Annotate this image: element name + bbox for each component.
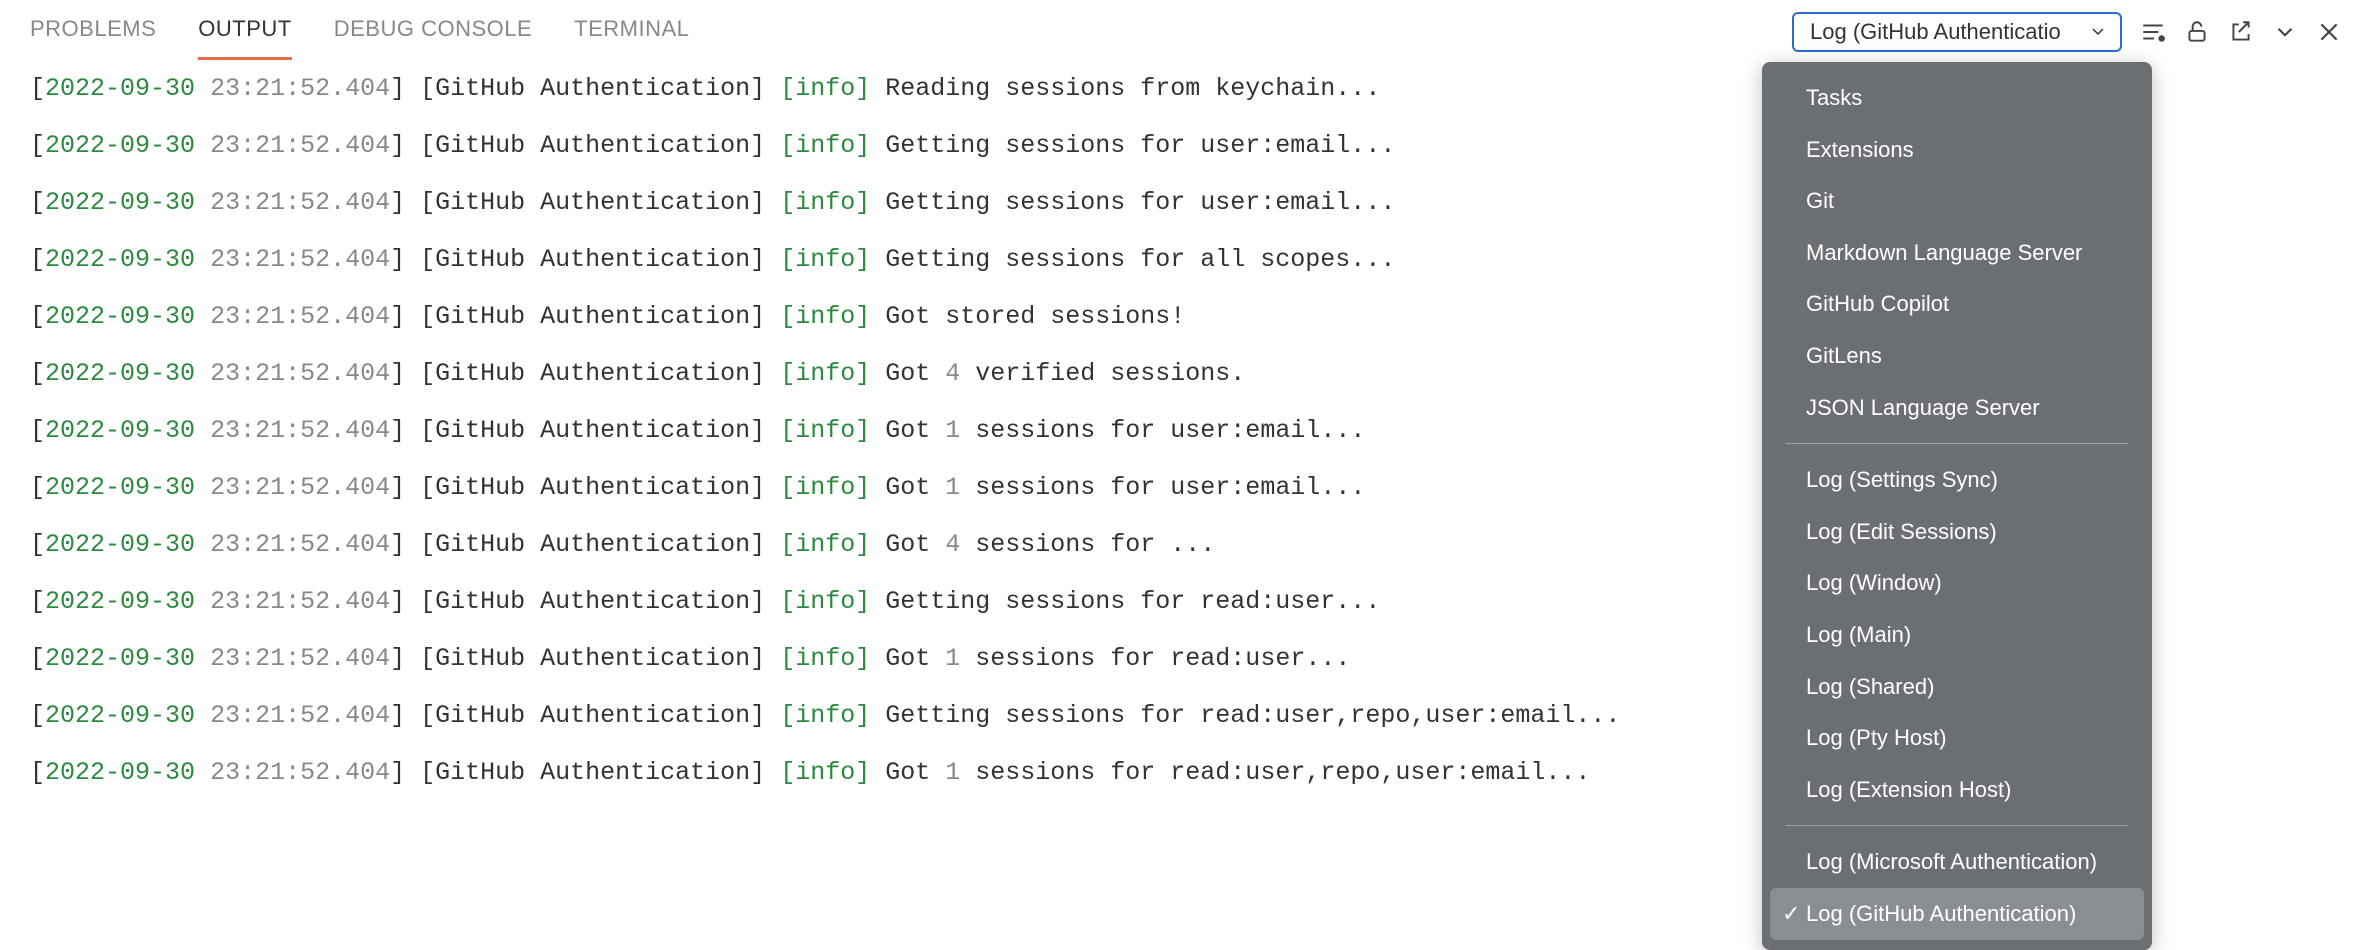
dropdown-item[interactable]: Log (Shared) xyxy=(1762,661,2152,713)
dropdown-item[interactable]: GitHub Copilot xyxy=(1762,278,2152,330)
lock-icon[interactable] xyxy=(2184,19,2210,45)
tab-terminal[interactable]: TERMINAL xyxy=(574,2,689,58)
dropdown-item[interactable]: Log (Pty Host) xyxy=(1762,712,2152,764)
dropdown-item[interactable]: Tasks xyxy=(1762,72,2152,124)
output-channel-select[interactable]: Log (GitHub Authenticatio xyxy=(1792,12,2122,52)
panel-header: PROBLEMS OUTPUT DEBUG CONSOLE TERMINAL L… xyxy=(0,0,2370,60)
dropdown-item[interactable]: GitLens xyxy=(1762,330,2152,382)
tab-problems[interactable]: PROBLEMS xyxy=(30,2,156,58)
tab-output[interactable]: OUTPUT xyxy=(198,2,291,58)
dropdown-item[interactable]: Log (GitHub Authentication) xyxy=(1770,888,2144,940)
output-channel-label: Log (GitHub Authenticatio xyxy=(1810,19,2080,45)
dropdown-item[interactable]: Git xyxy=(1762,175,2152,227)
dropdown-item[interactable]: Log (Microsoft Authentication) xyxy=(1762,836,2152,888)
dropdown-item[interactable]: Log (Main) xyxy=(1762,609,2152,661)
output-channel-dropdown[interactable]: TasksExtensionsGitMarkdown Language Serv… xyxy=(1762,62,2152,950)
dropdown-item[interactable]: Markdown Language Server xyxy=(1762,227,2152,279)
output-toolbar: Log (GitHub Authenticatio xyxy=(1792,12,2342,52)
dropdown-item[interactable]: Log (Settings Sync) xyxy=(1762,454,2152,506)
chevron-down-icon[interactable] xyxy=(2272,19,2298,45)
dropdown-separator xyxy=(1786,825,2128,826)
dropdown-separator xyxy=(1786,443,2128,444)
chevron-down-icon xyxy=(2090,19,2106,45)
dropdown-item[interactable]: Log (Extension Host) xyxy=(1762,764,2152,816)
tab-debug-console[interactable]: DEBUG CONSOLE xyxy=(334,2,532,58)
dropdown-item[interactable]: Log (Window) xyxy=(1762,557,2152,609)
dropdown-item[interactable]: JSON Language Server xyxy=(1762,382,2152,434)
close-icon[interactable] xyxy=(2316,19,2342,45)
filter-icon[interactable] xyxy=(2140,19,2166,45)
panel-tabs: PROBLEMS OUTPUT DEBUG CONSOLE TERMINAL xyxy=(30,2,689,58)
dropdown-item[interactable]: Log (Edit Sessions) xyxy=(1762,506,2152,558)
dropdown-item[interactable]: Extensions xyxy=(1762,124,2152,176)
open-file-icon[interactable] xyxy=(2228,19,2254,45)
